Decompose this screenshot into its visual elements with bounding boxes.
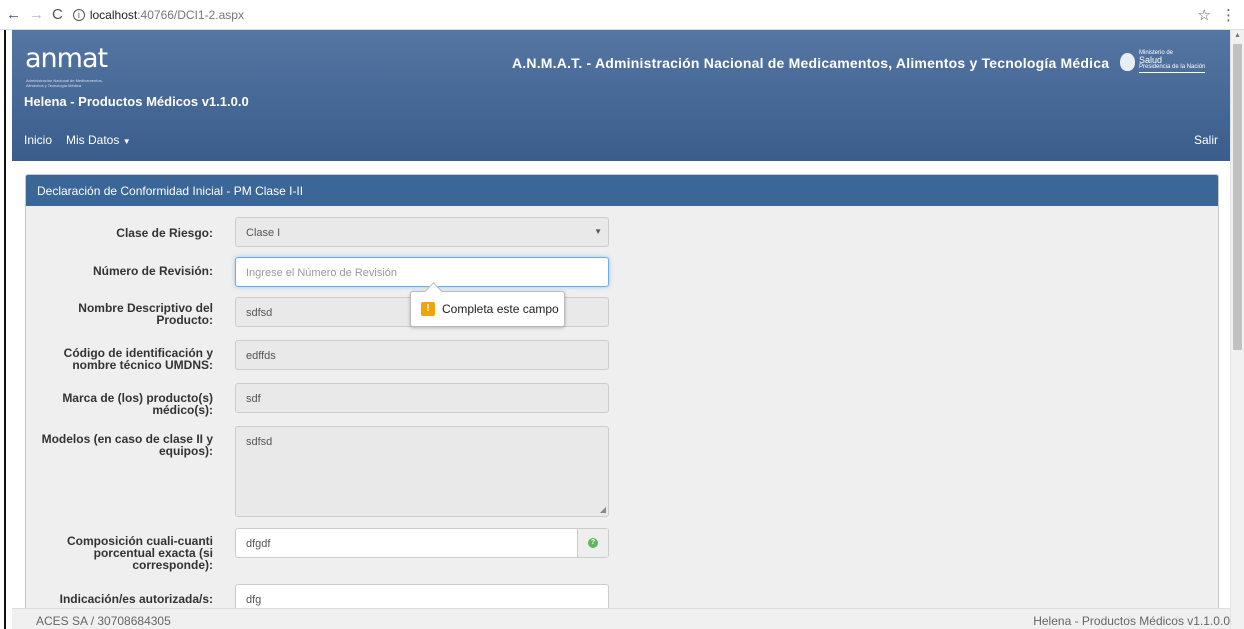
composition-label: Composición cuali-cuanti porcentual exac… xyxy=(66,534,213,572)
models-textarea[interactable]: sdfsd ◢ xyxy=(235,426,609,517)
browser-menu-icon[interactable]: ⋮ xyxy=(1221,6,1236,24)
app-title: Helena - Productos Médicos v1.1.0.0 xyxy=(24,94,249,109)
app-footer: ACES SA / 30708684305 Helena - Productos… xyxy=(12,608,1230,629)
umdns-input[interactable]: edffds xyxy=(235,340,609,370)
scroll-up-icon[interactable]: ▲ xyxy=(1234,32,1241,39)
my-data-label: Mis Datos xyxy=(66,133,120,147)
star-icon[interactable]: ☆ xyxy=(1198,6,1211,24)
main-menu: Inicio Mis Datos ▼ xyxy=(24,133,131,147)
address-bar[interactable]: i localhost:40766/DCI1-2.aspx xyxy=(72,7,244,22)
url-host: localhost xyxy=(89,7,138,22)
help-icon: ? xyxy=(588,538,598,548)
logo-subtitle: Administración Nacional de Medicamentos,… xyxy=(26,78,103,88)
risk-class-value: Clase I xyxy=(246,227,281,239)
tooltip-text: Completa este campo xyxy=(442,302,559,316)
menu-item-my-data[interactable]: Mis Datos ▼ xyxy=(66,133,131,147)
umdns-label: Código de identificación y nombre técnic… xyxy=(63,346,213,372)
reload-icon[interactable]: C xyxy=(52,7,63,22)
shield-icon xyxy=(1120,52,1135,71)
ministry-logo: Ministerio de Salud Presidencia de la Na… xyxy=(1120,50,1206,73)
product-name-label: Nombre Descriptivo del Producto: xyxy=(78,301,213,327)
validation-tooltip: ! Completa este campo xyxy=(410,291,565,327)
help-addon[interactable]: ? xyxy=(577,529,608,557)
agency-title: A.N.M.A.T. - Administración Nacional de … xyxy=(512,55,1110,71)
app-header: anmat Administración Nacional de Medicam… xyxy=(12,30,1230,161)
anmat-logo[interactable]: anmat xyxy=(25,43,108,74)
composition-input[interactable]: dfgdf ? xyxy=(235,528,609,558)
indications-label: Indicación/es autorizada/s: xyxy=(59,592,213,606)
scrollbar-thumb[interactable] xyxy=(1233,44,1242,350)
revision-input[interactable]: Ingrese el Número de Revisión xyxy=(235,257,609,287)
back-icon[interactable]: ← xyxy=(6,7,21,22)
models-label: Modelos (en caso de clase II y equipos): xyxy=(41,432,213,458)
logout-link[interactable]: Salir xyxy=(1194,133,1218,147)
menu-item-home[interactable]: Inicio xyxy=(24,133,52,147)
risk-class-select[interactable]: Clase I ▼ xyxy=(235,217,609,247)
info-icon[interactable]: i xyxy=(72,8,85,21)
ministry-line3: Presidencia de la Nación xyxy=(1139,64,1206,70)
brand-label: Marca de (los) producto(s) médico(s): xyxy=(62,391,213,417)
risk-class-label: Clase de Riesgo: xyxy=(116,226,213,240)
ministry-line2: Salud xyxy=(1139,55,1163,65)
warning-icon: ! xyxy=(421,302,435,316)
form-panel: Declaración de Conformidad Inicial - PM … xyxy=(25,174,1219,614)
panel-title: Declaración de Conformidad Inicial - PM … xyxy=(26,175,1218,206)
browser-toolbar: ← → C i localhost:40766/DCI1-2.aspx ☆ ⋮ xyxy=(0,0,1244,30)
url-path: :40766/DCI1-2.aspx xyxy=(137,7,244,22)
revision-label: Número de Revisión: xyxy=(92,264,213,278)
footer-company: ACES SA / 30708684305 xyxy=(36,614,171,628)
footer-version: Helena - Productos Médicos v1.1.0.0 xyxy=(1033,614,1230,628)
select-arrow-icon: ▼ xyxy=(594,227,602,236)
models-value: sdfsd xyxy=(246,436,273,448)
resize-grip-icon[interactable]: ◢ xyxy=(600,505,606,514)
composition-value: dfgdf xyxy=(246,538,271,550)
brand-input[interactable]: sdf xyxy=(235,383,609,413)
forward-icon[interactable]: → xyxy=(29,7,44,22)
window-edge xyxy=(4,30,6,629)
caret-down-icon: ▼ xyxy=(122,137,131,146)
page-scrollbar[interactable]: ▲ xyxy=(1230,30,1244,629)
